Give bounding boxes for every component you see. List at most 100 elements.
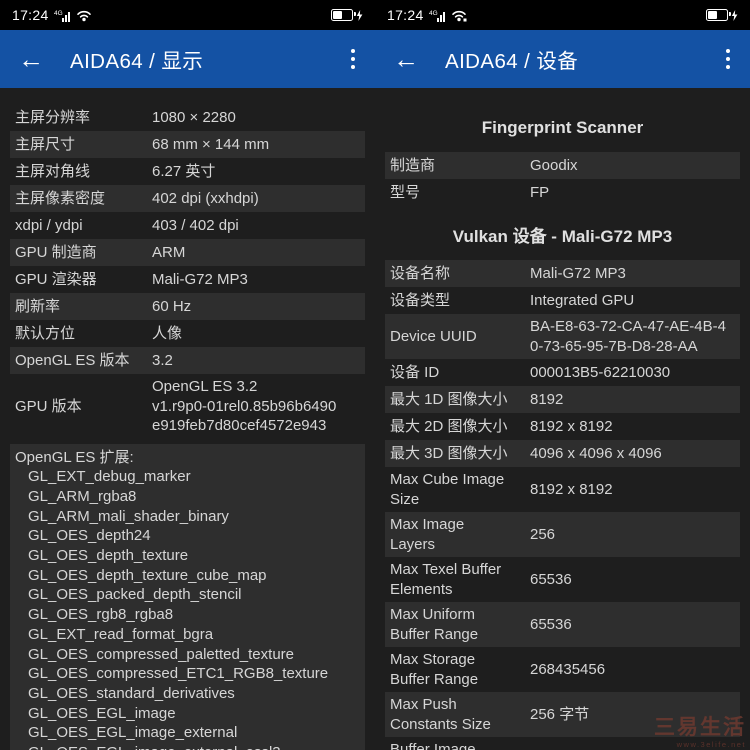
spec-label: 主屏像素密度 [15,189,152,209]
spec-label: GPU 版本 [15,397,152,417]
extension-item: GL_OES_depth_texture [15,546,360,566]
spec-value: Goodix [530,156,735,176]
spec-label: 设备类型 [390,291,530,311]
page-title: AIDA64 / 显示 [70,44,203,74]
extension-item: GL_OES_compressed_ETC1_RGB8_texture [15,664,360,684]
spec-value: 65536 [530,615,735,635]
extension-item: GL_OES_EGL_image [15,704,360,724]
spec-row: 制造商 Goodix [385,152,740,179]
spec-row: 主屏分辨率 1080 × 2280 [10,104,365,131]
extension-item: GL_EXT_read_format_bgra [15,625,360,645]
page-title: AIDA64 / 设备 [445,44,578,74]
battery-icon [706,9,728,21]
clock-text: 17:24 [12,7,49,23]
back-arrow-icon[interactable]: ← [18,46,44,72]
battery-icon [331,9,353,21]
spec-row: 设备 ID 000013B5-62210030 [385,359,740,386]
status-bar-right: 17:24 4G [375,0,750,30]
spec-label: 最大 3D 图像大小 [390,444,530,464]
spec-value: Mali-G72 MP3 [530,264,735,284]
spec-value: FP [530,183,735,203]
screenshot-pair: 17:24 4G [0,0,750,750]
extension-item: GL_ARM_rgba8 [15,487,360,507]
spec-label: Buffer Image Granularity [390,740,530,750]
spec-row: Max Uniform Buffer Range 65536 [385,602,740,647]
spec-value: 402 dpi (xxhdpi) [152,189,360,209]
spec-label: 刷新率 [15,297,152,317]
back-arrow-icon[interactable]: ← [393,46,419,72]
extension-item: GL_OES_compressed_paletted_texture [15,645,360,665]
wifi-icon [76,9,92,22]
spec-label: Max Image Layers [390,515,530,554]
spec-value: 256 字节 [530,705,735,725]
spec-value: 8192 x 8192 [530,417,735,437]
spec-label: 最大 1D 图像大小 [390,390,530,410]
extension-item: GL_OES_EGL_image_external [15,723,360,743]
spec-label: 制造商 [390,156,530,176]
display-info-list[interactable]: 主屏分辨率 1080 × 2280 主屏尺寸 68 mm × 144 mm 主屏… [0,88,375,750]
spec-row: Max Push Constants Size 256 字节 [385,692,740,737]
spec-row: Max Cube Image Size 8192 x 8192 [385,467,740,512]
spec-label: Device UUID [390,327,530,347]
spec-row: 设备名称 Mali-G72 MP3 [385,260,740,287]
spec-value: 000013B5-62210030 [530,363,735,383]
spec-value: 60 Hz [152,297,360,317]
spec-label: OpenGL ES 版本 [15,351,152,371]
spec-value: 65536 [530,570,735,590]
spec-row: 型号 FP [385,179,740,206]
app-bar-display: ← AIDA64 / 显示 [0,30,375,88]
extension-item: GL_OES_depth24 [15,526,360,546]
status-bar-left: 17:24 4G [0,0,375,30]
clock-text: 17:24 [387,7,424,23]
spec-row: GPU 渲染器 Mali-G72 MP3 [10,266,365,293]
spec-row: Max Image Layers 256 [385,512,740,557]
spec-label: 型号 [390,183,530,203]
spec-label: 默认方位 [15,324,152,344]
spec-label: GPU 制造商 [15,243,152,263]
spec-value: 8192 x 8192 [530,480,735,500]
spec-row: GPU 制造商 ARM [10,239,365,266]
extension-item: GL_OES_packed_depth_stencil [15,585,360,605]
spec-label: xdpi / ydpi [15,216,152,236]
spec-value: 68 mm × 144 mm [152,135,360,155]
spec-label: 设备 ID [390,363,530,383]
section-header-fingerprint: Fingerprint Scanner [387,118,738,138]
spec-row: xdpi / ydpi 403 / 402 dpi [10,212,365,239]
spec-value: 4096 x 4096 x 4096 [530,444,735,464]
spec-value: 6.27 英寸 [152,162,360,182]
spec-label: Max Cube Image Size [390,470,530,509]
spec-row: 设备类型 Integrated GPU [385,287,740,314]
spec-row: 最大 1D 图像大小 8192 [385,386,740,413]
spec-value: Mali-G72 MP3 [152,270,360,290]
spec-label: Max Texel Buffer Elements [390,560,530,599]
spec-label: Max Push Constants Size [390,695,530,734]
overflow-menu-icon[interactable] [724,42,732,75]
spec-row: 主屏尺寸 68 mm × 144 mm [10,131,365,158]
overflow-menu-icon[interactable] [349,42,357,75]
spec-row: OpenGL ES 版本 3.2 [10,347,365,374]
extension-item: GL_OES_standard_derivatives [15,684,360,704]
cellular-signal-icon: 4G [429,9,447,22]
spec-label: 主屏尺寸 [15,135,152,155]
spec-label: 主屏分辨率 [15,108,152,128]
spec-row: Max Storage Buffer Range 268435456 [385,647,740,692]
spec-value: 268435456 [530,660,735,680]
spec-value: 8192 [530,390,735,410]
spec-value: 1080 × 2280 [152,108,360,128]
spec-row: 主屏对角线 6.27 英寸 [10,158,365,185]
spec-label: 设备名称 [390,264,530,284]
spec-row: Device UUID BA-E8-63-72-CA-47-AE-4B-4 0-… [385,314,740,359]
spec-row-clipped: Buffer Image Granularity [385,737,740,750]
spec-value: 403 / 402 dpi [152,216,360,236]
svg-text:4G: 4G [54,10,63,17]
extension-item: GL_OES_rgb8_rgba8 [15,605,360,625]
extension-item: GL_OES_depth_texture_cube_map [15,566,360,586]
extension-item: GL_ARM_mali_shader_binary [15,507,360,527]
spec-value: 3.2 [152,351,360,371]
spec-label: 主屏对角线 [15,162,152,182]
extensions-header: OpenGL ES 扩展: [15,448,360,468]
spec-row: 最大 2D 图像大小 8192 x 8192 [385,413,740,440]
device-info-list[interactable]: Fingerprint Scanner 制造商 Goodix 型号 FP Vul… [375,88,750,750]
spec-label: Max Storage Buffer Range [390,650,530,689]
section-header-vulkan: Vulkan 设备 - Mali-G72 MP3 [387,222,738,247]
